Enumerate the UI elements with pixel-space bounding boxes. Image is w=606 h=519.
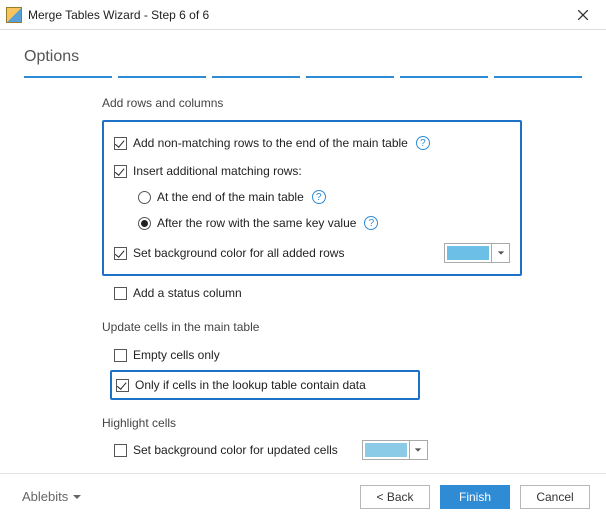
label-status-column: Add a status column	[133, 286, 242, 300]
radio-at-end[interactable]	[138, 191, 151, 204]
checkbox-bg-updated[interactable]	[114, 444, 127, 457]
label-at-end: At the end of the main table	[157, 190, 304, 204]
back-button[interactable]: < Back	[360, 485, 430, 509]
footer: Ablebits < Back Finish Cancel	[0, 473, 606, 519]
color-swatch	[447, 246, 489, 260]
app-icon	[6, 7, 22, 23]
checkbox-status-column[interactable]	[114, 287, 127, 300]
section-highlight-heading: Highlight cells	[102, 416, 582, 430]
finish-button[interactable]: Finish	[440, 485, 510, 509]
titlebar: Merge Tables Wizard - Step 6 of 6	[0, 0, 606, 30]
page-title: Options	[24, 48, 582, 66]
section-add-rows-heading: Add rows and columns	[102, 96, 582, 110]
group-add-rows: Add non-matching rows to the end of the …	[102, 120, 522, 276]
help-icon[interactable]: ?	[364, 216, 378, 230]
color-picker-updated[interactable]	[362, 440, 428, 460]
cancel-button[interactable]: Cancel	[520, 485, 590, 509]
close-icon	[578, 10, 588, 20]
label-after-key: After the row with the same key value	[157, 216, 356, 230]
label-insert-matching: Insert additional matching rows:	[133, 164, 302, 178]
step-indicator	[24, 76, 582, 78]
color-swatch	[365, 443, 407, 457]
checkbox-add-nonmatching[interactable]	[114, 137, 127, 150]
label-empty-only: Empty cells only	[133, 348, 220, 362]
help-icon[interactable]: ?	[312, 190, 326, 204]
radio-after-key[interactable]	[138, 217, 151, 230]
brand-label: Ablebits	[22, 489, 68, 504]
color-picker-added[interactable]	[444, 243, 510, 263]
label-lookup-has-data: Only if cells in the lookup table contai…	[135, 378, 366, 392]
checkbox-empty-only[interactable]	[114, 349, 127, 362]
close-button[interactable]	[568, 3, 598, 27]
checkbox-bg-added[interactable]	[114, 247, 127, 260]
brand-menu[interactable]: Ablebits	[22, 489, 82, 504]
label-add-nonmatching: Add non-matching rows to the end of the …	[133, 136, 408, 150]
label-bg-updated: Set background color for updated cells	[133, 443, 338, 457]
label-bg-added: Set background color for all added rows	[133, 246, 344, 260]
chevron-down-icon	[409, 441, 427, 459]
section-update-heading: Update cells in the main table	[102, 320, 582, 334]
window-title: Merge Tables Wizard - Step 6 of 6	[28, 8, 568, 22]
help-icon[interactable]: ?	[416, 136, 430, 150]
checkbox-insert-matching[interactable]	[114, 165, 127, 178]
chevron-down-icon	[72, 492, 82, 502]
checkbox-lookup-has-data[interactable]	[116, 379, 129, 392]
chevron-down-icon	[491, 244, 509, 262]
